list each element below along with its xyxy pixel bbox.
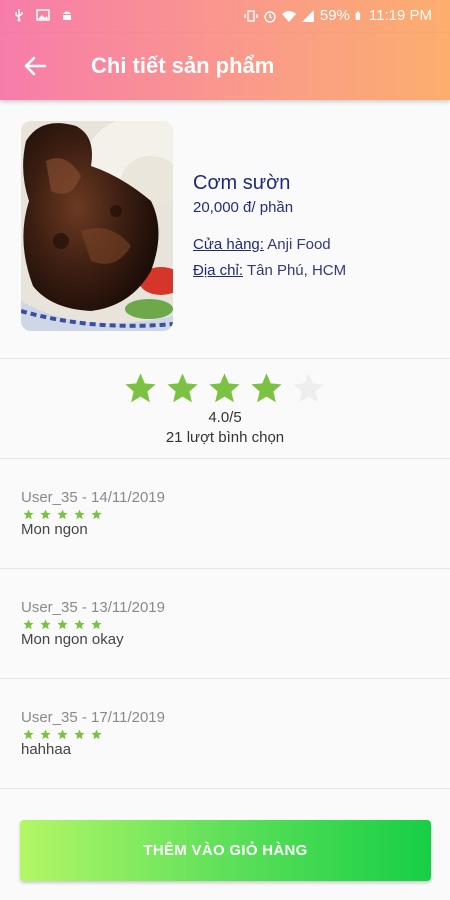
star-filled-icon [40,509,51,520]
review-stars [23,509,102,520]
add-to-cart-button[interactable]: THÊM VÀO GIỎ HÀNG [20,820,431,881]
rating-score: 4.0/5 [208,409,242,426]
review-stars [23,729,102,740]
review-comment: Mon ngon okay [21,631,124,648]
store-value: Anji Food [267,236,331,253]
star-filled-icon [40,729,51,740]
star-filled-icon [91,729,102,740]
wifi-icon [281,10,296,22]
android-icon [63,11,71,20]
arrow-left-icon [24,56,47,76]
star-filled-icon [57,619,68,630]
star-filled-icon [40,619,51,630]
usb-icon [15,9,23,22]
rating-summary: 4.0/5 21 lượt bình chọn [0,359,450,459]
star-filled-icon [23,619,34,630]
store-label: Cửa hàng: [193,236,264,253]
product-name: Cơm sườn [193,172,291,194]
review-comment: Mon ngon [21,521,88,538]
review-item: User_35 - 13/11/2019 Mon ngon okay [0,569,450,679]
review-comment: hahhaa [21,741,72,758]
review-user: User_35 - 14/11/2019 [21,489,165,506]
back-button[interactable] [14,46,56,88]
star-filled-icon [209,373,240,403]
image-icon [36,9,50,21]
star-filled-icon [74,619,85,630]
review-user: User_35 - 17/11/2019 [21,709,165,726]
product-image [21,121,173,331]
star-filled-icon [167,373,198,403]
star-filled-icon [23,509,34,520]
review-item: User_35 - 17/11/2019 hahhaa [0,679,450,789]
star-filled-icon [74,509,85,520]
star-empty-icon [293,373,324,403]
review-user: User_35 - 13/11/2019 [21,599,165,616]
star-filled-icon [57,729,68,740]
rating-stars[interactable] [124,372,325,405]
star-filled-icon [57,509,68,520]
star-filled-icon [91,619,102,630]
star-filled-icon [91,509,102,520]
star-filled-icon [251,373,282,403]
status-bar: 59% 11:19 PM [0,0,450,33]
alarm-icon [264,10,276,23]
signal-icon [301,9,314,22]
store-row: Cửa hàng: Anji Food [193,236,331,253]
vibrate-icon [244,9,258,22]
battery-percent: 59% [319,7,350,24]
page-title: Chi tiết sản phẩm [91,53,275,78]
product-price: 20,000 đ/ phần [193,199,294,216]
star-filled-icon [23,729,34,740]
status-time: 11:19 PM [368,7,432,24]
bottom-bar: THÊM VÀO GIỎ HÀNG [0,810,450,900]
product-details: Cơm sườn 20,000 đ/ phần Cửa hàng: Anji F… [0,100,450,359]
rating-count: 21 lượt bình chọn [165,429,285,446]
address-row: Địa chỉ: Tân Phú, HCM [193,262,346,279]
review-stars [23,619,102,630]
star-filled-icon [74,729,85,740]
star-filled-icon [125,373,156,403]
address-label: Địa chỉ: [193,262,244,279]
address-value: Tân Phú, HCM [246,262,347,279]
app-bar: Chi tiết sản phẩm [0,33,450,100]
review-item: User_35 - 14/11/2019 Mon ngon [0,459,450,569]
battery-icon [355,11,361,20]
